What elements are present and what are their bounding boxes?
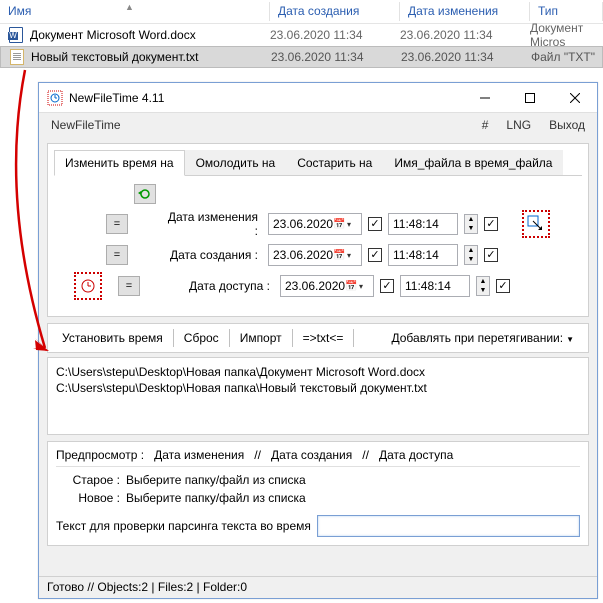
file-type: Документ Micros bbox=[530, 21, 603, 49]
time-created-input[interactable]: 11:48:14 bbox=[388, 244, 458, 266]
drag-add-dropdown[interactable]: Добавлять при перетягивании:▼ bbox=[384, 328, 583, 348]
time-value: 11:48:14 bbox=[393, 217, 453, 231]
menu-app[interactable]: NewFileTime bbox=[47, 116, 125, 134]
reset-button[interactable]: Сброс bbox=[176, 328, 227, 348]
window-title: NewFileTime 4.11 bbox=[69, 91, 462, 105]
app-icon bbox=[47, 90, 63, 106]
time-value: 11:48:14 bbox=[393, 248, 453, 262]
preview-panel: Предпросмотр : Дата изменения // Дата со… bbox=[47, 441, 589, 546]
old-label: Старое : bbox=[56, 473, 126, 487]
preview-col-accessed: Дата доступа bbox=[379, 448, 453, 462]
menu-hash[interactable]: # bbox=[478, 116, 493, 134]
dropdown-icon[interactable]: ▾ bbox=[359, 282, 369, 291]
file-row[interactable]: Документ Microsoft Word.docx 23.06.2020 … bbox=[0, 24, 603, 46]
equal-button-accessed[interactable]: = bbox=[118, 276, 140, 296]
txt-doc-icon bbox=[9, 49, 25, 65]
column-name-label: Имя bbox=[8, 4, 31, 18]
preview-col-created: Дата создания bbox=[271, 448, 352, 462]
time-accessed-spinner[interactable]: ▲▼ bbox=[476, 276, 490, 296]
column-created[interactable]: Дата создания bbox=[270, 0, 400, 23]
label-accessed: Дата доступа : bbox=[174, 279, 274, 293]
parse-input[interactable] bbox=[317, 515, 580, 537]
app-window: NewFileTime 4.11 NewFileTime # LNG Выход… bbox=[38, 82, 598, 599]
menubar: NewFileTime # LNG Выход bbox=[39, 113, 597, 137]
word-doc-icon bbox=[8, 27, 24, 43]
date-modified-checkbox[interactable] bbox=[368, 217, 382, 231]
list-item[interactable]: C:\Users\stepu\Desktop\Новая папка\Докум… bbox=[56, 364, 580, 380]
date-created-checkbox[interactable] bbox=[368, 248, 382, 262]
tab-younger[interactable]: Омолодить на bbox=[185, 150, 287, 175]
sort-arrow-icon: ▲ bbox=[125, 2, 134, 12]
titlebar[interactable]: NewFileTime 4.11 bbox=[39, 83, 597, 113]
maximize-button[interactable] bbox=[507, 83, 552, 113]
tab-older[interactable]: Состарить на bbox=[286, 150, 383, 175]
tab-container: Изменить время на Омолодить на Состарить… bbox=[47, 143, 589, 317]
dropdown-icon[interactable]: ▾ bbox=[347, 251, 357, 260]
close-button[interactable] bbox=[552, 83, 597, 113]
date-accessed-input[interactable]: 23.06.2020📅▾ bbox=[280, 275, 374, 297]
menu-exit[interactable]: Выход bbox=[545, 116, 589, 134]
time-modified-input[interactable]: 11:48:14 bbox=[388, 213, 458, 235]
time-value: 11:48:14 bbox=[405, 279, 465, 293]
status-bar: Готово // Objects:2 | Files:2 | Folder:0 bbox=[39, 576, 597, 598]
minimize-button[interactable] bbox=[462, 83, 507, 113]
preview-label: Предпросмотр bbox=[56, 448, 137, 462]
set-current-button[interactable] bbox=[74, 272, 102, 300]
list-item[interactable]: C:\Users\stepu\Desktop\Новая папка\Новый… bbox=[56, 380, 580, 396]
file-name: Новый текстовый документ.txt bbox=[31, 50, 271, 64]
import-button[interactable]: Импорт bbox=[232, 328, 290, 348]
tab-filename[interactable]: Имя_файла в время_файла bbox=[383, 150, 563, 175]
new-label: Новое : bbox=[56, 491, 126, 505]
equal-button-modified[interactable]: = bbox=[106, 214, 128, 234]
column-type[interactable]: Тип bbox=[530, 0, 603, 23]
date-value: 23.06.2020 bbox=[273, 217, 333, 231]
time-accessed-checkbox[interactable] bbox=[496, 279, 510, 293]
column-modified[interactable]: Дата изменения bbox=[400, 0, 530, 23]
file-modified: 23.06.2020 11:34 bbox=[401, 50, 531, 64]
new-value: Выберите папку/файл из списка bbox=[126, 491, 306, 505]
file-name: Документ Microsoft Word.docx bbox=[30, 28, 270, 42]
file-modified: 23.06.2020 11:34 bbox=[400, 28, 530, 42]
set-time-button[interactable]: Установить время bbox=[54, 328, 171, 348]
column-name[interactable]: Имя ▲ bbox=[0, 0, 270, 23]
time-modified-spinner[interactable]: ▲▼ bbox=[464, 214, 478, 234]
label-modified: Дата изменения : bbox=[162, 210, 262, 238]
drag-label: Добавлять при перетягивании: bbox=[392, 331, 564, 345]
date-accessed-checkbox[interactable] bbox=[380, 279, 394, 293]
calendar-icon[interactable]: 📅 bbox=[333, 219, 347, 230]
equal-button-created[interactable]: = bbox=[106, 245, 128, 265]
file-list[interactable]: C:\Users\stepu\Desktop\Новая папка\Докум… bbox=[47, 357, 589, 435]
chevron-down-icon: ▼ bbox=[566, 335, 574, 344]
tab-content: = Дата изменения : 23.06.2020📅▾ 11:48:14… bbox=[54, 176, 582, 310]
old-value: Выберите папку/файл из списка bbox=[126, 473, 306, 487]
file-row[interactable]: Новый текстовый документ.txt 23.06.2020 … bbox=[0, 46, 603, 68]
date-value: 23.06.2020 bbox=[285, 279, 345, 293]
file-created: 23.06.2020 11:34 bbox=[271, 50, 401, 64]
date-created-input[interactable]: 23.06.2020📅▾ bbox=[268, 244, 362, 266]
tabs: Изменить время на Омолодить на Состарить… bbox=[54, 150, 582, 176]
time-modified-checkbox[interactable] bbox=[484, 217, 498, 231]
dropdown-icon[interactable]: ▾ bbox=[347, 220, 357, 229]
refresh-button[interactable] bbox=[134, 184, 156, 204]
calendar-icon[interactable]: 📅 bbox=[345, 281, 359, 292]
label-created: Дата создания : bbox=[162, 248, 262, 262]
time-created-spinner[interactable]: ▲▼ bbox=[464, 245, 478, 265]
export-txt-button[interactable]: =>txt<= bbox=[295, 328, 352, 348]
file-created: 23.06.2020 11:34 bbox=[270, 28, 400, 42]
menu-lng[interactable]: LNG bbox=[502, 116, 535, 134]
date-modified-input[interactable]: 23.06.2020📅▾ bbox=[268, 213, 362, 235]
tab-change-time[interactable]: Изменить время на bbox=[54, 150, 185, 176]
action-bar: Установить время Сброс Импорт =>txt<= До… bbox=[47, 323, 589, 353]
explorer-header: Имя ▲ Дата создания Дата изменения Тип bbox=[0, 0, 603, 24]
preview-col-modified: Дата изменения bbox=[154, 448, 244, 462]
calendar-icon[interactable]: 📅 bbox=[333, 250, 347, 261]
preview-header: Предпросмотр : Дата изменения // Дата со… bbox=[56, 448, 580, 467]
pick-button[interactable] bbox=[522, 210, 550, 238]
parse-label: Текст для проверки парсинга текста во вр… bbox=[56, 519, 311, 533]
date-value: 23.06.2020 bbox=[273, 248, 333, 262]
time-accessed-input[interactable]: 11:48:14 bbox=[400, 275, 470, 297]
time-created-checkbox[interactable] bbox=[484, 248, 498, 262]
file-type: Файл "TXT" bbox=[531, 50, 602, 64]
